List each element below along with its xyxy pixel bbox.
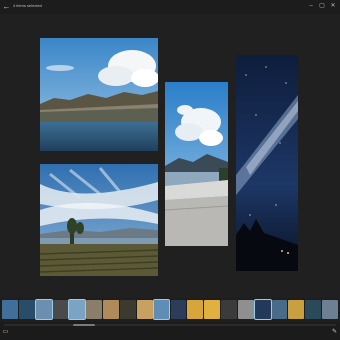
filmstrip-thumbnail[interactable] <box>322 300 338 319</box>
scrollbar-track[interactable] <box>4 324 336 326</box>
filmstrip-thumbnail[interactable] <box>187 300 204 319</box>
filmstrip-thumbnail[interactable] <box>288 300 305 319</box>
balcony-sky-photo[interactable] <box>165 82 228 246</box>
back-arrow-icon[interactable]: ← <box>2 2 11 11</box>
filmstrip-thumbnail[interactable] <box>170 300 187 319</box>
lake-clouds-photo[interactable] <box>40 38 158 151</box>
filmstrip-thumbnail[interactable] <box>221 300 237 319</box>
close-button[interactable]: ✕ <box>329 2 337 11</box>
maximize-button[interactable]: ▢ <box>318 2 326 11</box>
filmstrip-thumbnail[interactable] <box>18 300 35 319</box>
filmstrip-thumbnail[interactable] <box>237 300 254 319</box>
scrollbar-thumb[interactable] <box>73 324 95 326</box>
filmstrip-thumbnail[interactable] <box>152 299 171 320</box>
filmstrip-thumbnail[interactable] <box>52 300 69 319</box>
filmstrip-thumbnail[interactable] <box>86 300 103 319</box>
collage-canvas <box>0 14 340 298</box>
title-bar: ← 4 items selected – ▢ ✕ <box>0 0 340 14</box>
milky-way-photo[interactable] <box>236 55 298 271</box>
bottom-bar: ▭ ✎ <box>0 322 340 340</box>
filmstrip-thumbnail[interactable] <box>2 300 18 319</box>
filmstrip-thumbnail[interactable] <box>204 300 221 319</box>
minimize-button[interactable]: – <box>307 2 315 11</box>
filmstrip-thumbnail[interactable] <box>305 300 322 319</box>
edit-icon[interactable]: ✎ <box>331 329 338 336</box>
filmstrip-thumbnail[interactable] <box>68 299 87 320</box>
filmstrip-thumbnail[interactable] <box>119 300 136 319</box>
sunset-vineyard-photo[interactable] <box>40 164 158 276</box>
filmstrip-thumbnail[interactable] <box>136 300 153 319</box>
filmstrip-thumbnail[interactable] <box>271 300 288 319</box>
filmstrip-thumbnail[interactable] <box>34 299 53 320</box>
photo-icon[interactable]: ▭ <box>2 329 9 336</box>
filmstrip <box>0 298 340 322</box>
filmstrip-thumbnail[interactable] <box>103 300 119 319</box>
window-title: 4 items selected <box>13 3 42 8</box>
filmstrip-thumbnail[interactable] <box>253 299 272 320</box>
